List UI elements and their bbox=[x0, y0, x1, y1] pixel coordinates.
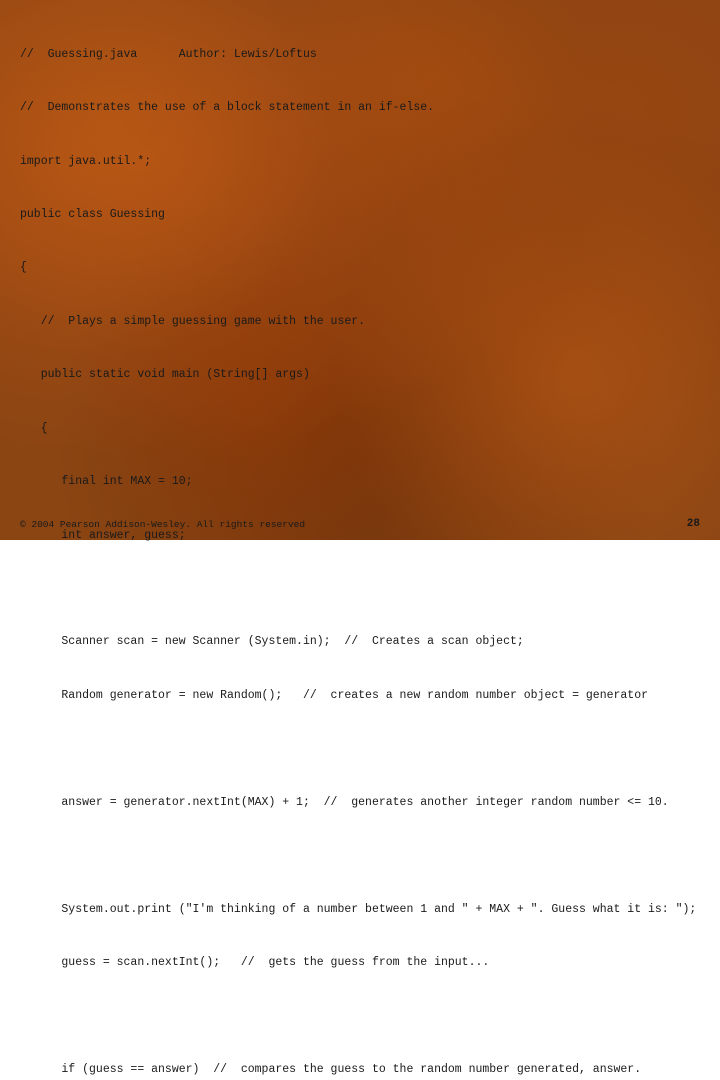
page-number: 28 bbox=[687, 518, 700, 530]
code-line-14 bbox=[20, 740, 700, 758]
code-line-6: // Plays a simple guessing game with the… bbox=[20, 313, 700, 331]
code-line-9: final int MAX = 10; bbox=[20, 473, 700, 491]
code-line-4: public class Guessing bbox=[20, 206, 700, 224]
code-line-8: { bbox=[20, 420, 700, 438]
code-line-18: guess = scan.nextInt(); // gets the gues… bbox=[20, 954, 700, 972]
code-line-3: import java.util.*; bbox=[20, 153, 700, 171]
code-block: // Guessing.java Author: Lewis/Loftus //… bbox=[20, 10, 700, 1080]
code-line-17: System.out.print ("I'm thinking of a num… bbox=[20, 901, 700, 919]
code-line-1: // Guessing.java Author: Lewis/Loftus bbox=[20, 46, 700, 64]
code-line-13: Random generator = new Random(); // crea… bbox=[20, 687, 700, 705]
code-line-16 bbox=[20, 847, 700, 865]
code-line-7: public static void main (String[] args) bbox=[20, 366, 700, 384]
code-line-5: { bbox=[20, 259, 700, 277]
content-area: // Guessing.java Author: Lewis/Loftus //… bbox=[0, 0, 720, 540]
copyright-text: © 2004 Pearson Addison-Wesley. All right… bbox=[20, 519, 305, 530]
footer: © 2004 Pearson Addison-Wesley. All right… bbox=[20, 518, 700, 530]
code-line-19 bbox=[20, 1008, 700, 1026]
code-line-11 bbox=[20, 580, 700, 598]
code-line-2: // Demonstrates the use of a block state… bbox=[20, 99, 700, 117]
code-line-12: Scanner scan = new Scanner (System.in); … bbox=[20, 633, 700, 651]
code-line-20: if (guess == answer) // compares the gue… bbox=[20, 1061, 700, 1079]
code-line-15: answer = generator.nextInt(MAX) + 1; // … bbox=[20, 794, 700, 812]
